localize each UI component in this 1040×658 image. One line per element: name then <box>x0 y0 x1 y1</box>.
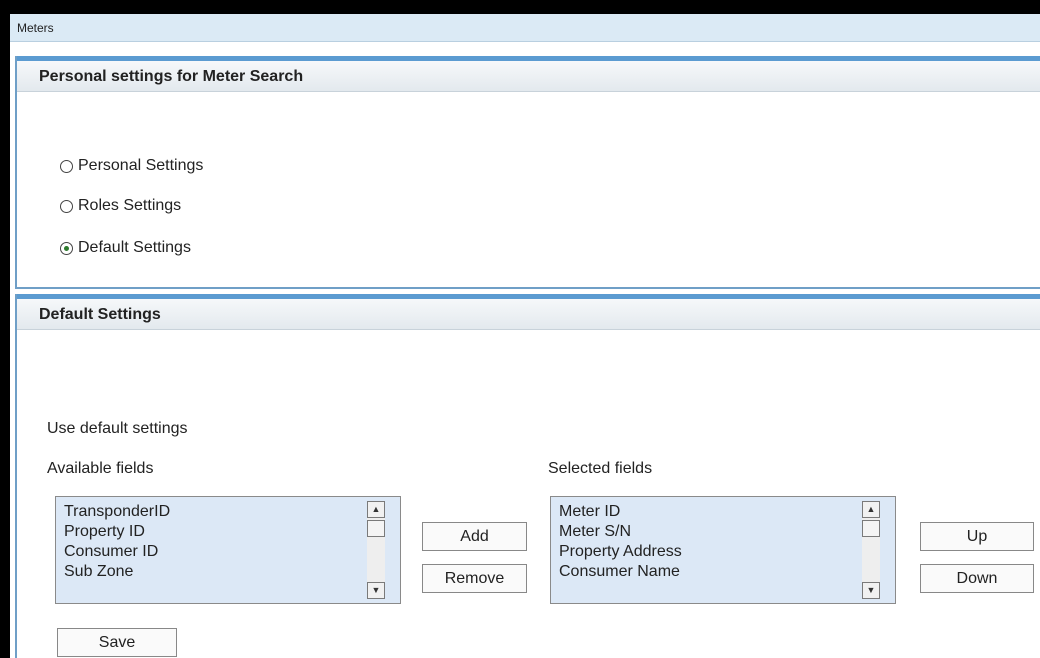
radio-label: Default Settings <box>78 239 191 256</box>
section-header: Personal settings for Meter Search <box>17 61 1040 92</box>
add-button[interactable]: Add <box>422 522 527 551</box>
list-item[interactable]: Consumer ID <box>64 542 170 562</box>
radio-roles-settings[interactable]: Roles Settings <box>60 196 181 216</box>
scroll-thumb[interactable] <box>862 520 880 537</box>
list-item[interactable]: Property ID <box>64 522 170 542</box>
radio-selected-icon[interactable] <box>60 241 73 255</box>
scroll-down-arrow-icon[interactable]: ▼ <box>862 582 880 599</box>
scroll-thumb[interactable] <box>367 520 385 537</box>
radio-personal-settings[interactable]: Personal Settings <box>60 156 203 176</box>
selected-fields-listbox[interactable]: Meter ID Meter S/N Property Address Cons… <box>550 496 896 604</box>
scroll-up-arrow-icon[interactable]: ▲ <box>862 501 880 518</box>
list-item[interactable]: Property Address <box>559 542 682 562</box>
section-header: Default Settings <box>17 299 1040 330</box>
list-item[interactable]: Sub Zone <box>64 562 170 582</box>
default-settings-section: Default Settings Use default settings Av… <box>15 294 1040 658</box>
available-fields-label: Available fields <box>47 460 154 477</box>
radio-label: Personal Settings <box>78 157 204 174</box>
down-button[interactable]: Down <box>920 564 1034 593</box>
list-item[interactable]: TransponderID <box>64 502 170 522</box>
list-item[interactable]: Consumer Name <box>559 562 682 582</box>
instruction-text: Use default settings <box>47 420 188 437</box>
available-fields-listbox[interactable]: TransponderID Property ID Consumer ID Su… <box>55 496 401 604</box>
radio-default-settings[interactable]: Default Settings <box>60 238 191 258</box>
scroll-down-arrow-icon[interactable]: ▼ <box>367 582 385 599</box>
save-button[interactable]: Save <box>57 628 177 657</box>
radio-icon[interactable] <box>60 199 73 213</box>
list-item[interactable]: Meter ID <box>559 502 682 522</box>
remove-button[interactable]: Remove <box>422 564 527 593</box>
meters-window: Meters Personal settings for Meter Searc… <box>10 14 1040 658</box>
radio-label: Roles Settings <box>78 197 182 214</box>
list-item[interactable]: Meter S/N <box>559 522 682 542</box>
selected-fields-label: Selected fields <box>548 460 653 477</box>
scrollbar[interactable]: ▲ ▼ <box>862 501 880 599</box>
scrollbar[interactable]: ▲ ▼ <box>367 501 385 599</box>
up-button[interactable]: Up <box>920 522 1034 551</box>
scroll-up-arrow-icon[interactable]: ▲ <box>367 501 385 518</box>
radio-icon[interactable] <box>60 159 73 173</box>
personal-settings-section: Personal settings for Meter Search Perso… <box>15 56 1040 289</box>
window-title: Meters <box>10 14 1040 42</box>
